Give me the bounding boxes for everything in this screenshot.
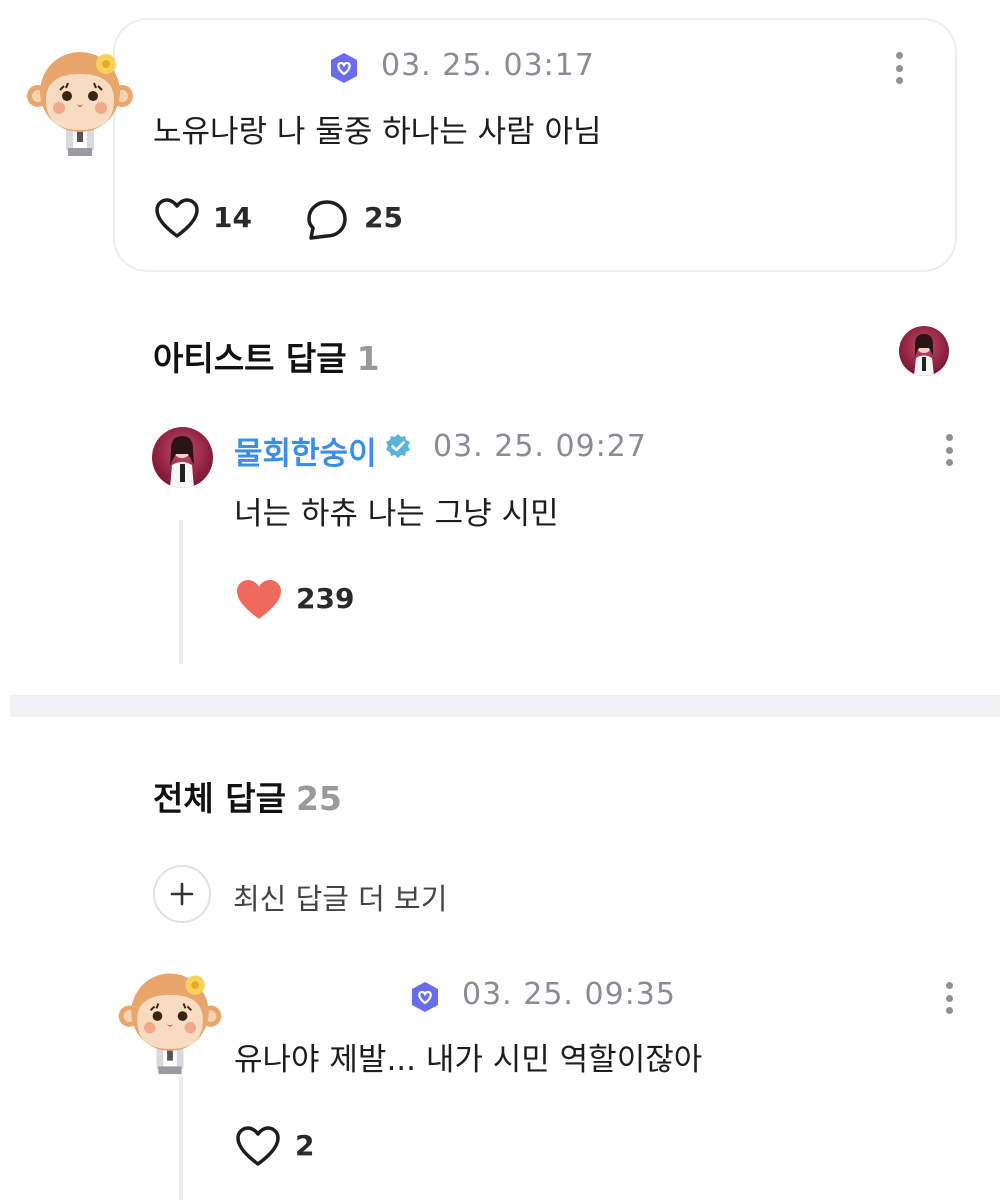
artist-reply-like-count: 239 bbox=[296, 582, 355, 615]
artist-replies-count: 1 bbox=[356, 339, 380, 378]
post-comment-count: 25 bbox=[364, 201, 403, 234]
monkey-avatar-icon[interactable] bbox=[114, 960, 226, 1078]
load-more-label[interactable]: 최신 답글 더 보기 bbox=[233, 876, 447, 918]
artist-replies-heading: 아티스트 답글 1 bbox=[153, 332, 380, 380]
all-replies-count: 25 bbox=[295, 779, 342, 818]
post-text: 노유나랑 나 둘중 하나는 사람 아님 bbox=[153, 114, 602, 150]
artist-avatar[interactable] bbox=[152, 427, 213, 488]
all-replies-heading: 전체 답글 25 bbox=[153, 772, 342, 820]
heart-outline-icon[interactable] bbox=[154, 198, 200, 240]
fan-badge-icon bbox=[410, 981, 440, 1013]
verified-badge-icon bbox=[384, 433, 412, 461]
heart-filled-icon[interactable] bbox=[235, 579, 283, 621]
reply-kebab-menu-icon[interactable] bbox=[941, 978, 957, 1018]
section-divider bbox=[10, 695, 1000, 717]
post-kebab-menu-icon[interactable] bbox=[891, 48, 907, 88]
thread-line bbox=[179, 1076, 183, 1200]
reply-text: 유나야 제발... 내가 시민 역할이잖아 bbox=[234, 1042, 703, 1078]
artist-reply-timestamp: 03. 25. 09:27 bbox=[433, 429, 647, 464]
artist-reply-kebab-menu-icon[interactable] bbox=[941, 430, 957, 470]
load-more-button[interactable] bbox=[153, 865, 211, 923]
post-like-count: 14 bbox=[213, 201, 252, 234]
reply-like-count: 2 bbox=[295, 1129, 315, 1162]
artist-replies-title: 아티스트 답글 bbox=[153, 339, 347, 378]
artist-avatar-small[interactable] bbox=[899, 326, 949, 376]
reply-timestamp: 03. 25. 09:35 bbox=[462, 977, 676, 1012]
post-timestamp: 03. 25. 03:17 bbox=[381, 48, 595, 83]
all-replies-title: 전체 답글 bbox=[153, 779, 286, 818]
artist-username[interactable]: 물회한숭이 bbox=[234, 428, 377, 473]
comment-bubble-icon[interactable] bbox=[305, 198, 349, 242]
artist-reply-text: 너는 하츄 나는 그냥 시민 bbox=[234, 496, 559, 532]
plus-icon bbox=[170, 882, 194, 906]
heart-outline-icon[interactable] bbox=[235, 1126, 281, 1168]
monkey-avatar-icon[interactable] bbox=[24, 38, 136, 160]
fan-badge-icon bbox=[329, 52, 359, 84]
thread-line bbox=[179, 520, 183, 664]
